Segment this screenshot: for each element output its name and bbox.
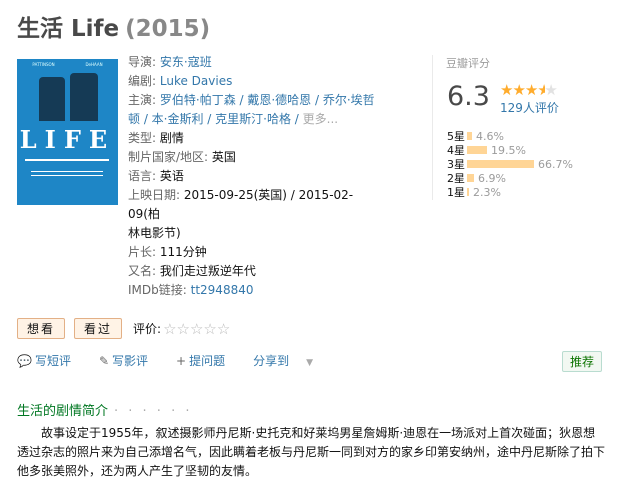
rating-dist-bar <box>467 174 474 182</box>
plus-icon: + <box>176 354 187 368</box>
language: 英语 <box>159 169 184 183</box>
synopsis-heading: 生活的剧情简介 · · · · · · <box>17 404 193 419</box>
cast-links[interactable]: 罗伯特·帕丁森 / 戴恩·德哈恩 / 乔尔·埃哲 <box>160 93 375 107</box>
synopsis-text: 故事设定于1955年，叙述摄影师丹尼斯·史托克和好莱坞男星詹姆斯·迪恩在一场派对… <box>17 426 606 478</box>
rate-label: 评价: <box>133 322 162 336</box>
chevron-down-icon: ▼ <box>306 358 314 368</box>
rating-dist-row: 4星 19.5% <box>447 143 573 158</box>
rating-dist-row: 5星 4.6% <box>447 129 573 144</box>
aka: 我们走过叛逆年代 <box>159 264 256 278</box>
rating-dist-bar <box>467 146 487 154</box>
director-link[interactable]: 安东·寇班 <box>160 55 212 69</box>
poster-figure-right <box>70 73 98 121</box>
write-short-review-link[interactable]: 💬 写短评 <box>17 352 85 369</box>
rating-dist-percent: 4.6% <box>476 129 504 143</box>
action-links: 💬 写短评 ✎ 写影评 + 提问题 分享到 ▼ <box>17 352 341 369</box>
rating-distribution: 5星 4.6% 4星 19.5% 3星 66.7% 2星 6.9% 1星 2.3% <box>447 129 573 200</box>
rating-dist-percent: 6.9% <box>478 171 506 185</box>
poster-credits <box>31 171 103 172</box>
rating-panel: 豆瓣评分 6.3 ★★★★★ 129人评价 5星 4.6% 4星 19.5% 3星 66.… <box>432 55 621 200</box>
rating-dist-row: 2星 6.9% <box>447 171 573 186</box>
rating-dist-row: 1星 2.3% <box>447 185 573 200</box>
rating-label: 豆瓣评分 <box>446 57 490 70</box>
watched-button[interactable]: 看过 <box>74 318 123 339</box>
movie-year: (2015) <box>125 16 211 42</box>
rating-dist-bar <box>467 188 469 196</box>
page-title: 生活 Life (2015) <box>17 9 210 43</box>
genre: 剧情 <box>159 131 184 145</box>
star-icon: ★ <box>500 81 513 99</box>
movie-info: 导演: 安东·寇班 编剧: Luke Davies 主演: 罗伯特·帕丁森 / … <box>128 55 375 297</box>
star-icon: ★ <box>524 81 538 99</box>
writer-link[interactable]: Luke Davies <box>160 74 232 88</box>
poster-divider <box>25 159 109 161</box>
rating-score: 6.3 <box>447 81 490 112</box>
movie-poster[interactable]: PATTINSON DeHAAN LIFE <box>17 59 118 205</box>
rate-stars[interactable]: ☆☆☆☆☆ <box>163 320 230 338</box>
rating-stars: ★★★★★ <box>500 81 558 99</box>
want-to-watch-button[interactable]: 想看 <box>17 318 66 339</box>
rating-votes-link[interactable]: 129人评价 <box>500 99 559 116</box>
share-dropdown[interactable]: 分享到 ▼ <box>253 352 327 369</box>
pencil-icon: ✎ <box>98 354 110 368</box>
star-icon: ★ <box>544 81 557 99</box>
imdb-link[interactable]: tt2948840 <box>191 283 254 297</box>
poster-title: LIFE <box>19 125 116 154</box>
poster-figure-left <box>39 77 65 121</box>
release-date: 林电影节) <box>128 226 181 240</box>
rating-dist-row: 3星 66.7% <box>447 157 573 172</box>
rating-dist-percent: 66.7% <box>538 157 573 171</box>
poster-credits <box>31 175 103 176</box>
runtime: 111分钟 <box>159 245 207 259</box>
ask-question-link[interactable]: + 提问题 <box>176 352 239 369</box>
write-review-link[interactable]: ✎ 写影评 <box>99 352 162 369</box>
country: 英国 <box>211 150 236 164</box>
rating-dist-bar <box>467 132 472 140</box>
movie-title: 生活 Life <box>17 16 120 42</box>
poster-names: PATTINSON DeHAAN <box>32 62 103 67</box>
star-icon: ★ <box>512 81 525 99</box>
cast-more-link[interactable]: 更多... <box>303 112 338 126</box>
action-bar: 想看 看过 评价: ☆☆☆☆☆ <box>17 318 230 339</box>
rating-dist-bar <box>467 160 534 168</box>
rating-dist-percent: 19.5% <box>491 143 526 157</box>
rating-dist-percent: 2.3% <box>473 185 501 199</box>
comment-icon: 💬 <box>17 354 32 368</box>
rating-dist-label: 1星 <box>447 186 465 199</box>
recommend-button[interactable]: 推荐 <box>562 351 603 372</box>
cast-links[interactable]: 顿 / 本·金斯利 / 克里斯汀·哈格 / <box>128 112 303 126</box>
